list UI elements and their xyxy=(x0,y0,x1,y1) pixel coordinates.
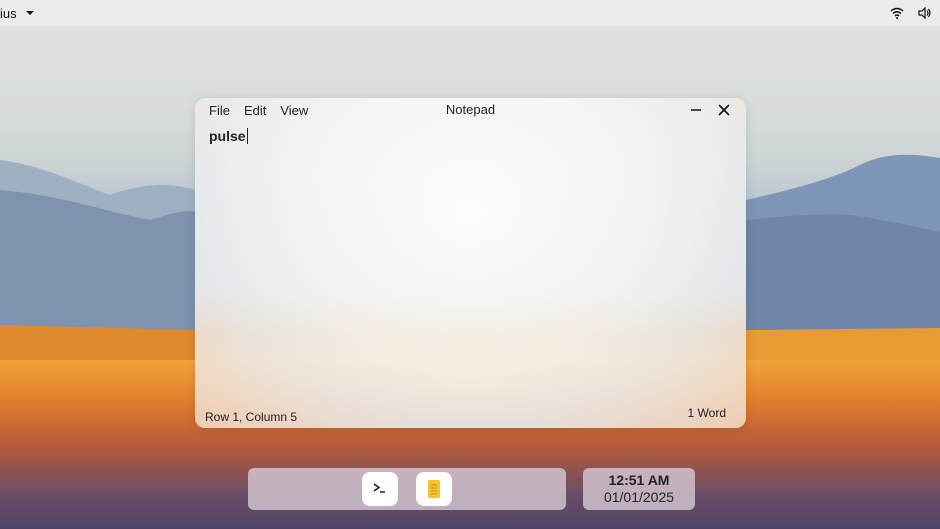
dock-terminal-button[interactable] xyxy=(362,472,398,506)
window-controls xyxy=(688,102,732,118)
app-menu-label[interactable]: ius xyxy=(0,6,17,21)
terminal-icon xyxy=(372,482,388,496)
window-header: File Edit View Notepad xyxy=(195,98,746,124)
notepad-icon xyxy=(427,479,441,499)
notepad-window: File Edit View Notepad pulse Row 1, Colu… xyxy=(195,98,746,428)
minimize-icon[interactable] xyxy=(688,102,704,118)
dock-notepad-button[interactable] xyxy=(416,472,452,506)
editor-content: pulse xyxy=(209,128,246,144)
clock-widget[interactable]: 12:51 AM 01/01/2025 xyxy=(583,468,695,510)
chevron-down-icon[interactable] xyxy=(25,9,35,17)
dock xyxy=(248,468,566,510)
text-caret xyxy=(246,128,248,144)
clock-date: 01/01/2025 xyxy=(603,489,675,505)
top-bar: ius xyxy=(0,0,940,26)
clock-time: 12:51 AM xyxy=(608,472,670,488)
window-title: Notepad xyxy=(445,102,496,117)
word-count: 1 Word xyxy=(687,406,726,420)
close-icon[interactable] xyxy=(716,102,732,118)
volume-icon[interactable] xyxy=(918,7,932,19)
cursor-position: Row 1, Column 5 xyxy=(205,410,298,424)
wifi-icon[interactable] xyxy=(890,7,904,19)
text-editor[interactable]: pulse xyxy=(209,128,248,144)
